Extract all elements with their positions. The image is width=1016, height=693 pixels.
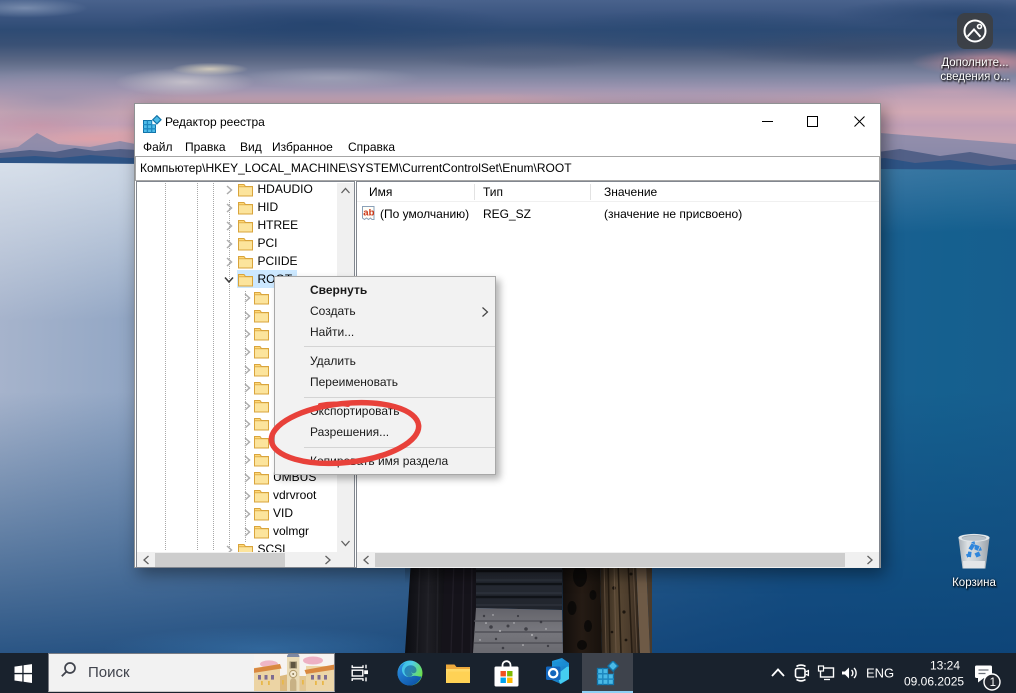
svg-text:1: 1: [990, 677, 996, 689]
svg-text:ENG: ENG: [866, 666, 894, 681]
svg-text:09.06.2025: 09.06.2025: [904, 675, 964, 689]
svg-text:ab: ab: [363, 208, 374, 219]
svg-text:13:24: 13:24: [930, 659, 960, 673]
